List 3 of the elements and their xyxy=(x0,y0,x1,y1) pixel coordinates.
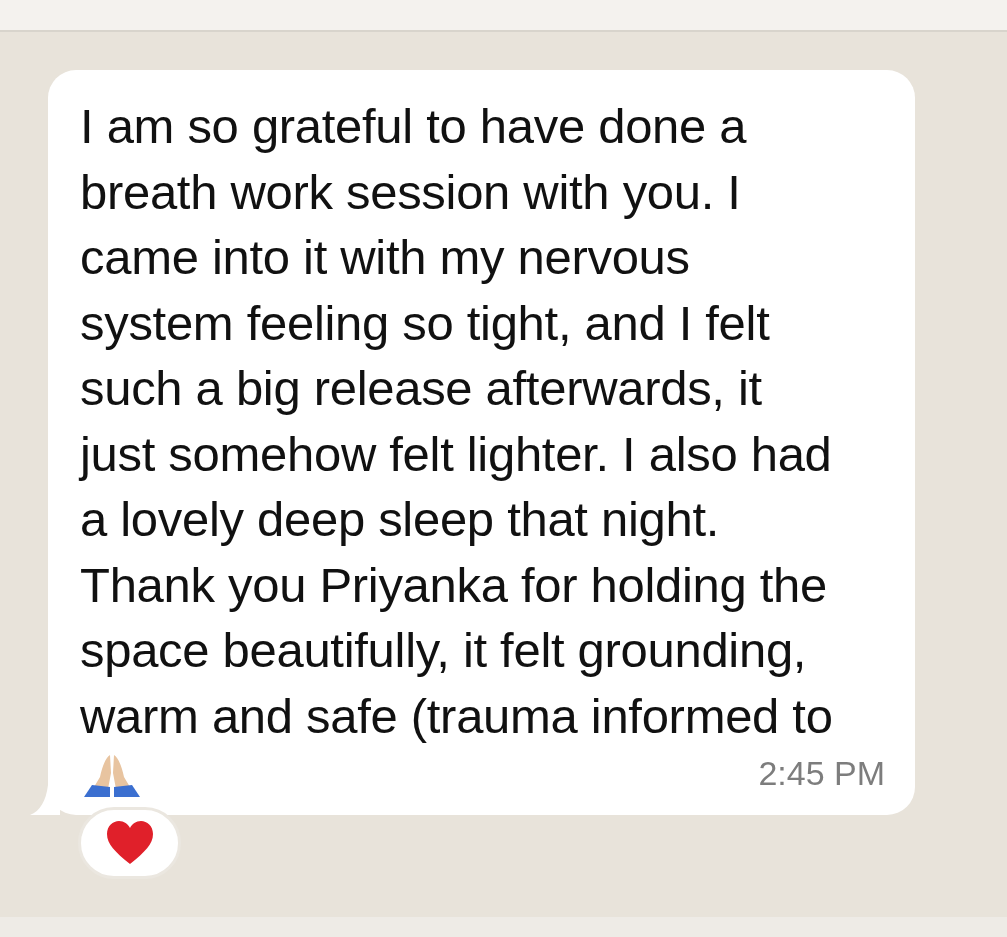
message-time: 2:45 PM xyxy=(758,754,885,793)
message-text: I am so grateful to have done a breath work session with you. I came into it with my nervous system feeling so tight, and I felt such a big release afterwards, it just somehow felt lighter. I also had a lovely deep sleep that night. Thank you Priyanka for holding the space beautifully, it felt grounding, warm and safe (trauma informed to xyxy=(80,98,834,745)
heart-icon xyxy=(104,820,155,866)
